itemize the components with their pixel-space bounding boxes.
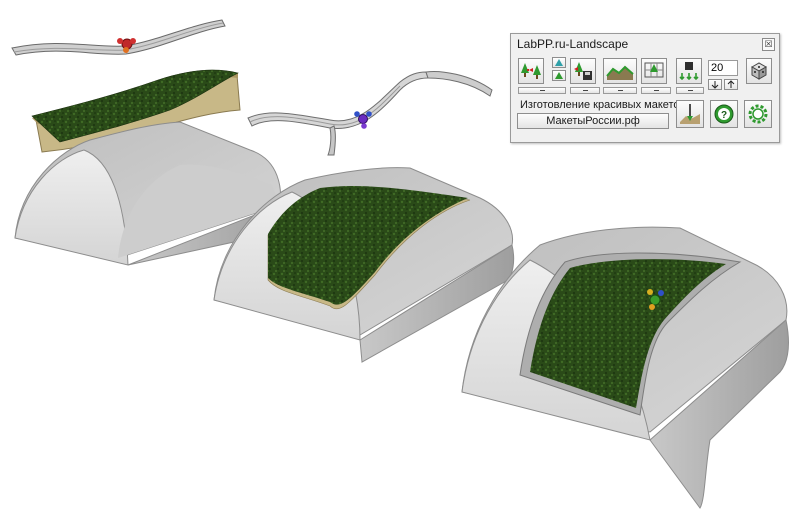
grid-tree-icon bbox=[644, 62, 664, 78]
trees-options-bar[interactable] bbox=[518, 87, 566, 94]
grid-tree-button[interactable] bbox=[641, 58, 667, 84]
tree-small-toggle-2[interactable] bbox=[552, 70, 566, 81]
trees-arrow-icon bbox=[521, 63, 541, 79]
arrow-down-icon bbox=[711, 81, 719, 89]
weight-drop-button[interactable] bbox=[676, 58, 702, 84]
step-up-button[interactable] bbox=[724, 79, 738, 90]
gear-icon bbox=[748, 104, 768, 124]
terrain-icon bbox=[606, 65, 634, 80]
weight-arrows-icon bbox=[679, 62, 699, 81]
tree-small-icon bbox=[555, 59, 563, 66]
close-icon[interactable]: ☒ bbox=[762, 38, 775, 51]
ribbon-path-1[interactable] bbox=[11, 19, 226, 56]
help-button[interactable]: ? bbox=[710, 100, 738, 128]
terrain-options-bar[interactable] bbox=[603, 87, 637, 94]
shovel-icon bbox=[680, 104, 700, 124]
terrain-profile-button[interactable] bbox=[603, 58, 637, 84]
caption-text: Изготовление красивых макетов bbox=[520, 99, 686, 111]
tree-small-toggle[interactable] bbox=[552, 57, 566, 68]
tree-small-green-icon bbox=[555, 72, 563, 79]
grid-options-bar[interactable] bbox=[641, 87, 671, 94]
arrow-up-icon bbox=[727, 80, 735, 88]
save-options-bar[interactable] bbox=[570, 87, 600, 94]
help-icon: ? bbox=[714, 104, 734, 124]
site-link-button[interactable]: МакетыРоссии.рф bbox=[517, 113, 669, 129]
dice-button[interactable] bbox=[746, 58, 772, 84]
shovel-terrain-button[interactable] bbox=[676, 100, 704, 128]
tree-save-button[interactable] bbox=[570, 58, 596, 84]
step-input[interactable]: 20 bbox=[708, 60, 738, 76]
settings-button[interactable] bbox=[744, 100, 772, 128]
panel-title: LabPP.ru-Landscape bbox=[517, 37, 629, 51]
dice-icon bbox=[750, 62, 768, 80]
step-down-button[interactable] bbox=[708, 79, 722, 90]
tree-floppy-icon bbox=[574, 62, 592, 80]
svg-text:?: ? bbox=[721, 110, 727, 121]
weight-options-bar[interactable] bbox=[676, 87, 704, 94]
trees-export-button[interactable] bbox=[518, 58, 544, 84]
